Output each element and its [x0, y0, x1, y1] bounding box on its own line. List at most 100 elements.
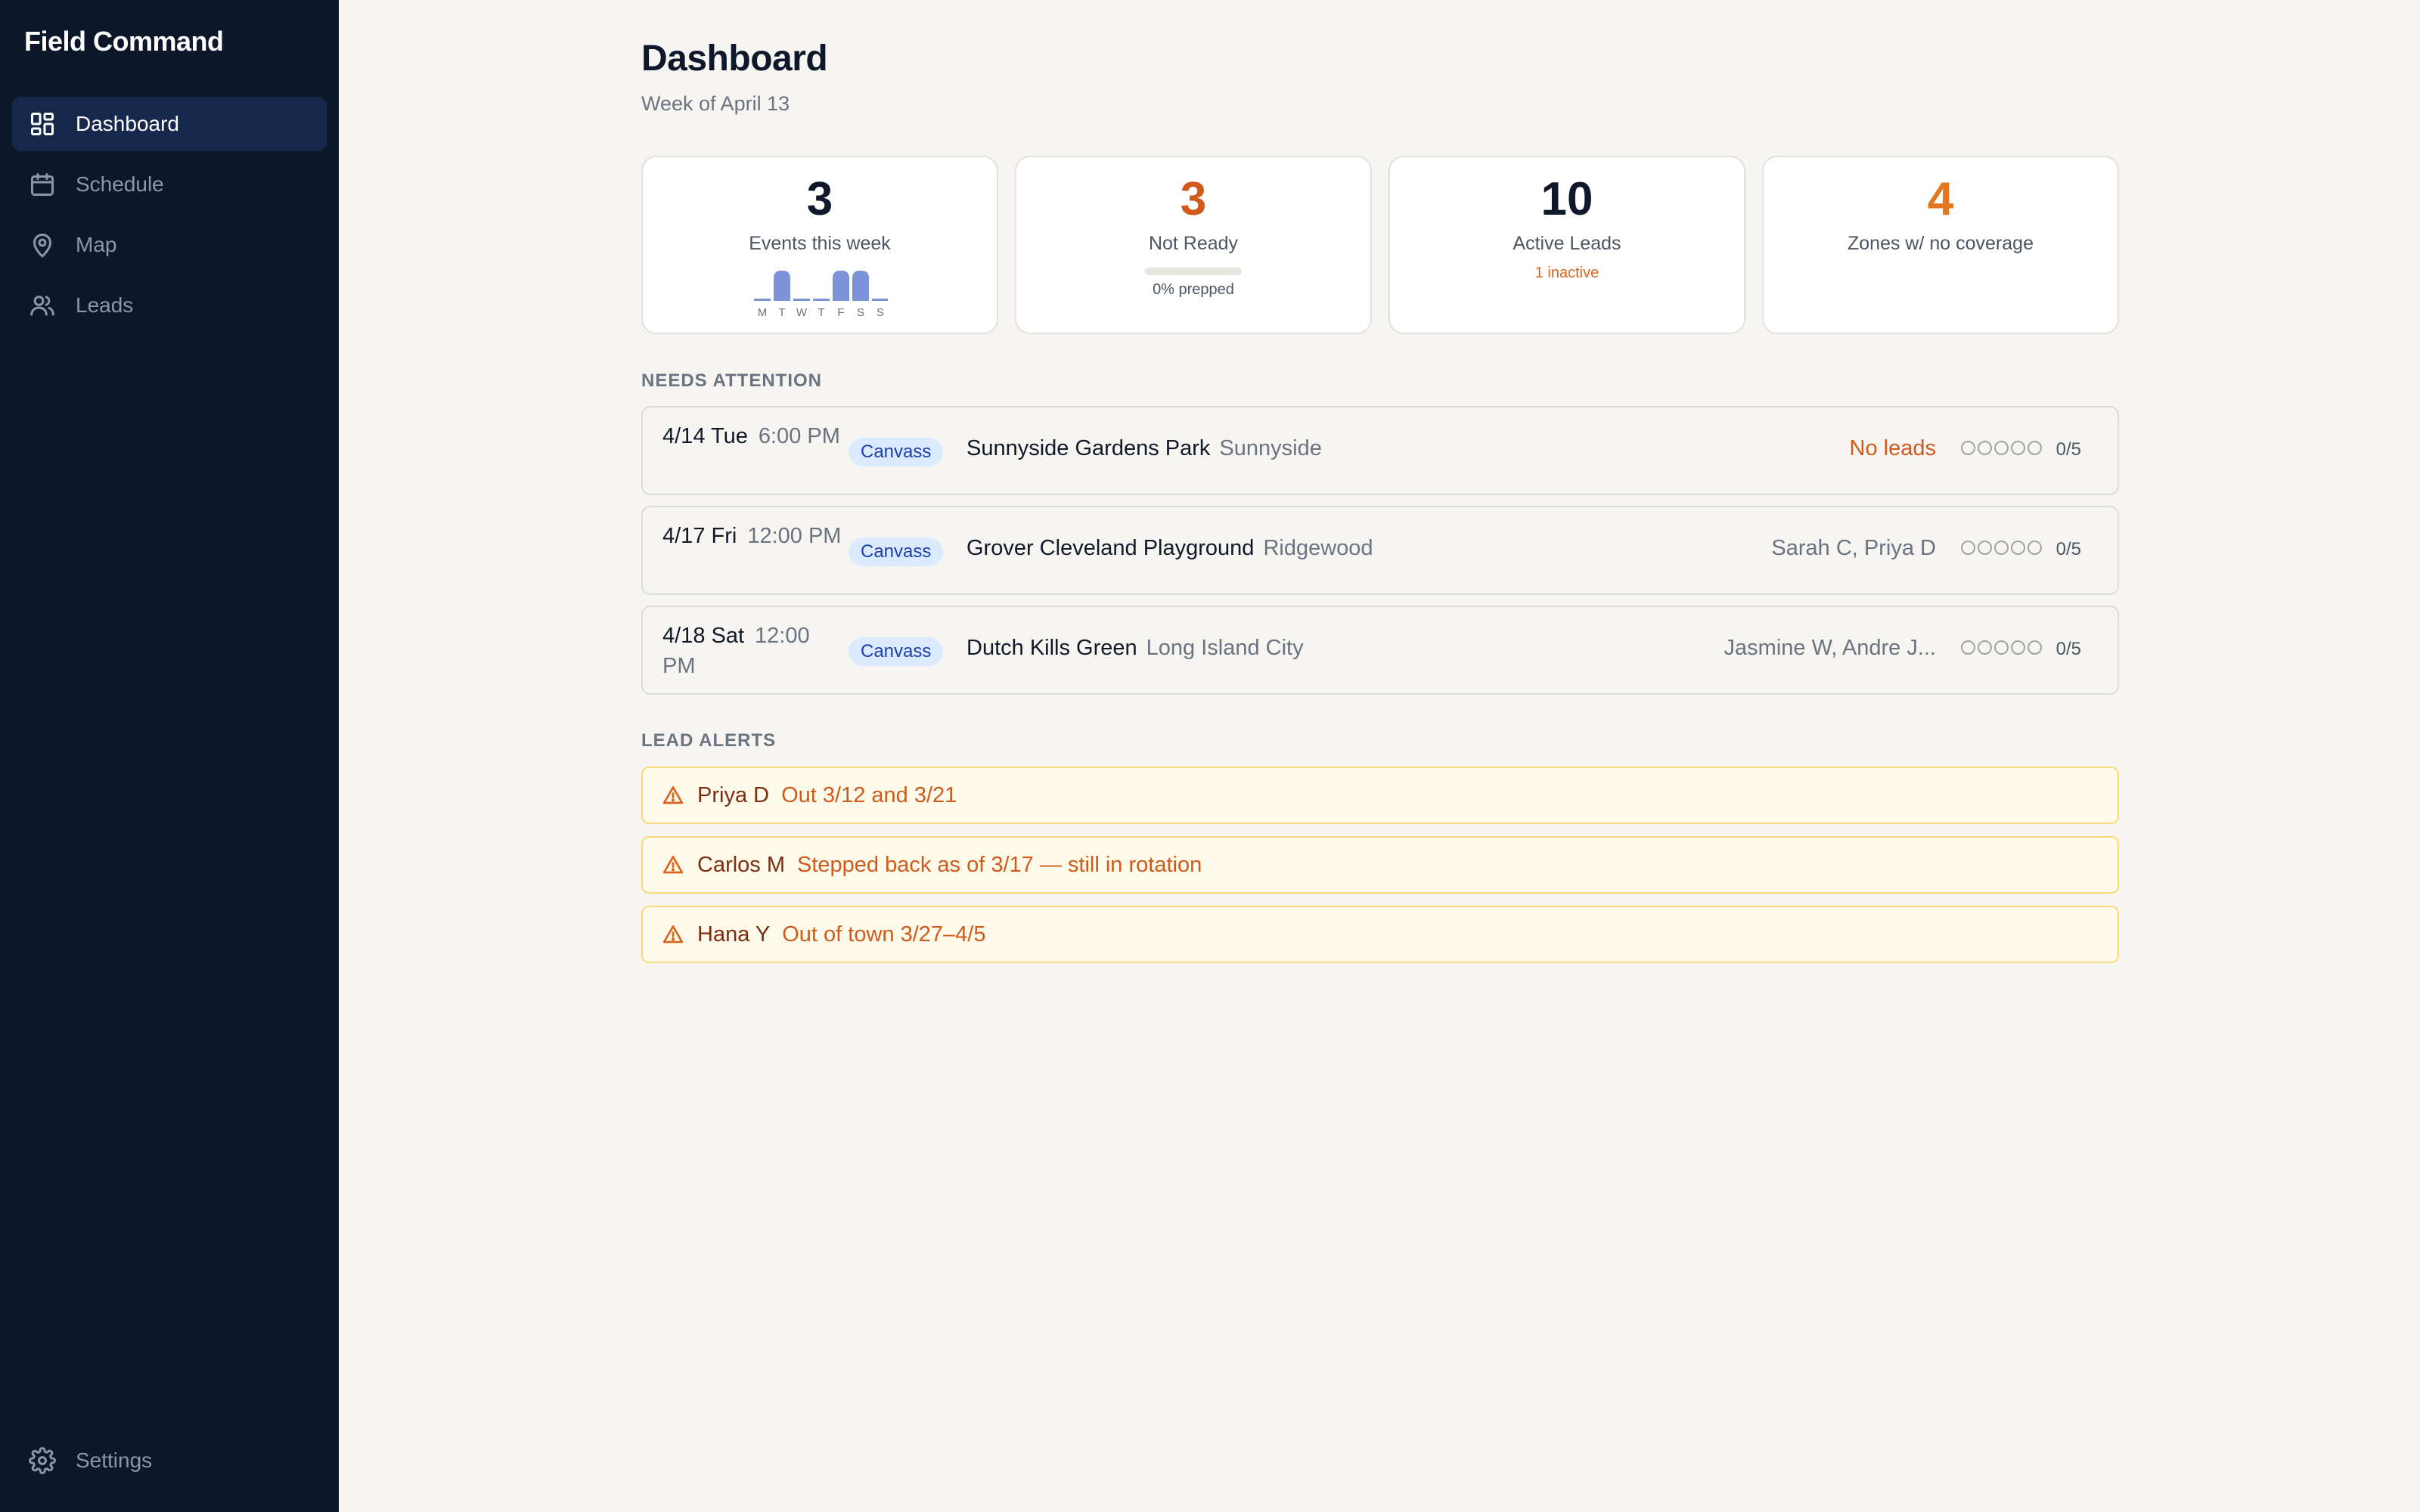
active-leads-count: 10 [1540, 173, 1593, 225]
not-ready-count: 3 [1180, 173, 1207, 225]
page-subtitle: Week of April 13 [641, 92, 790, 115]
page-title: Dashboard [641, 39, 828, 79]
lead-alert[interactable]: Hana Y Out of town 3/27–4/5 [641, 906, 2119, 963]
event-type-badge: Canvass [849, 538, 944, 566]
chart-tick-label: T [818, 306, 824, 319]
alert-message: Stepped back as of 3/17 — still in rotat… [797, 852, 1202, 877]
chart-tick-label: S [876, 306, 884, 319]
calendar-icon [27, 169, 57, 200]
zones-label: Zones w/ no coverage [1848, 233, 2034, 254]
readiness-dot [1994, 441, 2009, 455]
event-row[interactable]: 4/17 Fri 12:00 PM Canvass Grover Clevelan… [641, 506, 2119, 595]
chart-bar [774, 271, 790, 301]
inactive-leads-note: 1 inactive [1534, 265, 1599, 281]
lead-alert[interactable]: Priya D Out 3/12 and 3/21 [641, 767, 2119, 824]
sidebar: Field Command Dashboard Schedule Map Lea… [0, 0, 339, 1512]
sidebar-item-leads[interactable]: Leads [12, 278, 327, 333]
settings-label: Settings [76, 1448, 153, 1472]
event-leads: Sarah C, Priya D [1771, 536, 1936, 560]
map-pin-icon [27, 230, 57, 260]
readiness-dot [2011, 441, 2025, 455]
readiness-dot [1961, 640, 1975, 655]
event-location: Dutch Kills Green Long Island City [966, 636, 1304, 661]
chart-tick-label: T [778, 306, 785, 319]
warning-icon [661, 783, 685, 807]
readiness-score: 0/5 [2055, 439, 2081, 460]
event-leads: Jasmine W, Andre J... [1723, 636, 1936, 660]
lead-alert[interactable]: Carlos M Stepped back as of 3/17 — still… [641, 836, 2119, 894]
event-venue: Dutch Kills Green [966, 636, 1137, 660]
events-count: 3 [806, 173, 833, 225]
stats-row: 3 Events this week MTWTFSS 3 Not Ready 0… [641, 156, 2119, 334]
stat-card-events[interactable]: 3 Events this week MTWTFSS [641, 156, 998, 334]
event-datetime: 4/18 Sat 12:00 PM [662, 621, 844, 681]
stat-card-active-leads[interactable]: 10 Active Leads 1 inactive [1388, 156, 1745, 334]
chart-bar [754, 299, 771, 301]
event-date: 4/14 Tue [662, 424, 748, 448]
readiness-dot [1978, 441, 1992, 455]
prepped-progress-bar [1145, 268, 1242, 275]
alert-message: Out of town 3/27–4/5 [782, 922, 986, 947]
event-date: 4/17 Fri [662, 524, 737, 548]
event-row[interactable]: 4/18 Sat 12:00 PM Canvass Dutch Kills Gre… [641, 606, 2119, 695]
readiness-dots [1961, 541, 2042, 555]
sidebar-item-label: Dashboard [76, 112, 179, 135]
sidebar-item-map[interactable]: Map [12, 218, 327, 272]
event-neighborhood: Sunnyside [1219, 436, 1322, 460]
lead-alerts-heading: LEAD ALERTS [641, 730, 777, 751]
readiness-dot [1994, 541, 2009, 555]
event-datetime: 4/14 Tue 6:00 PM [662, 421, 844, 451]
event-neighborhood: Ridgewood [1263, 536, 1373, 560]
sidebar-item-dashboard[interactable]: Dashboard [12, 97, 327, 151]
readiness-dot [2011, 640, 2025, 655]
readiness-dots [1961, 441, 2042, 455]
warning-icon [661, 922, 685, 947]
chart-bar [793, 299, 810, 301]
readiness-dot [2028, 640, 2042, 655]
main-content: Dashboard Week of April 13 3 Events this… [339, 0, 2420, 1512]
chart-bar [813, 299, 830, 301]
readiness-score: 0/5 [2055, 639, 2081, 659]
weekly-events-chart: MTWTFSS [754, 271, 888, 319]
stat-card-zones[interactable]: 4 Zones w/ no coverage [1762, 156, 2119, 334]
sidebar-item-schedule[interactable]: Schedule [12, 157, 327, 212]
chart-bar [833, 271, 849, 301]
needs-attention-heading: NEEDS ATTENTION [641, 370, 823, 391]
event-date: 4/18 Sat [662, 624, 745, 648]
stat-card-not-ready[interactable]: 3 Not Ready 0% prepped [1015, 156, 1372, 334]
alert-lead-name: Priya D [697, 782, 770, 807]
readiness-dot [1961, 541, 1975, 555]
alert-lead-name: Hana Y [697, 922, 771, 947]
chart-tick-label: M [758, 306, 768, 319]
event-venue: Sunnyside Gardens Park [966, 436, 1211, 460]
readiness-dot [1978, 640, 1992, 655]
dashboard-icon [27, 109, 57, 139]
users-icon [27, 290, 57, 321]
chart-bar [852, 271, 869, 301]
chart-tick-label: F [837, 306, 844, 319]
readiness-dot [2028, 541, 2042, 555]
sidebar-item-label: Schedule [76, 172, 164, 196]
event-time: 6:00 PM [758, 424, 840, 448]
not-ready-label: Not Ready [1148, 233, 1239, 254]
chart-tick-label: W [796, 306, 808, 319]
zones-count: 4 [1927, 173, 1954, 225]
readiness-dot [1994, 640, 2009, 655]
event-datetime: 4/17 Fri 12:00 PM [662, 521, 844, 551]
active-leads-label: Active Leads [1512, 233, 1621, 254]
event-time: 12:00 PM [747, 524, 842, 548]
event-row[interactable]: 4/14 Tue 6:00 PM Canvass Sunnyside Garden… [641, 406, 2119, 495]
readiness-dots [1961, 640, 2042, 655]
event-location: Sunnyside Gardens Park Sunnyside [966, 436, 1322, 461]
chart-tick-label: S [857, 306, 864, 319]
event-neighborhood: Long Island City [1146, 636, 1304, 660]
readiness-dot [2028, 441, 2042, 455]
sidebar-item-label: Map [76, 233, 117, 256]
readiness-dot [2011, 541, 2025, 555]
warning-icon [661, 853, 685, 877]
prepped-label: 0% prepped [1153, 281, 1234, 298]
alert-message: Out 3/12 and 3/21 [781, 782, 957, 807]
event-type-badge: Canvass [849, 637, 944, 666]
sidebar-item-settings[interactable]: Settings [12, 1433, 327, 1488]
readiness-dot [1978, 541, 1992, 555]
